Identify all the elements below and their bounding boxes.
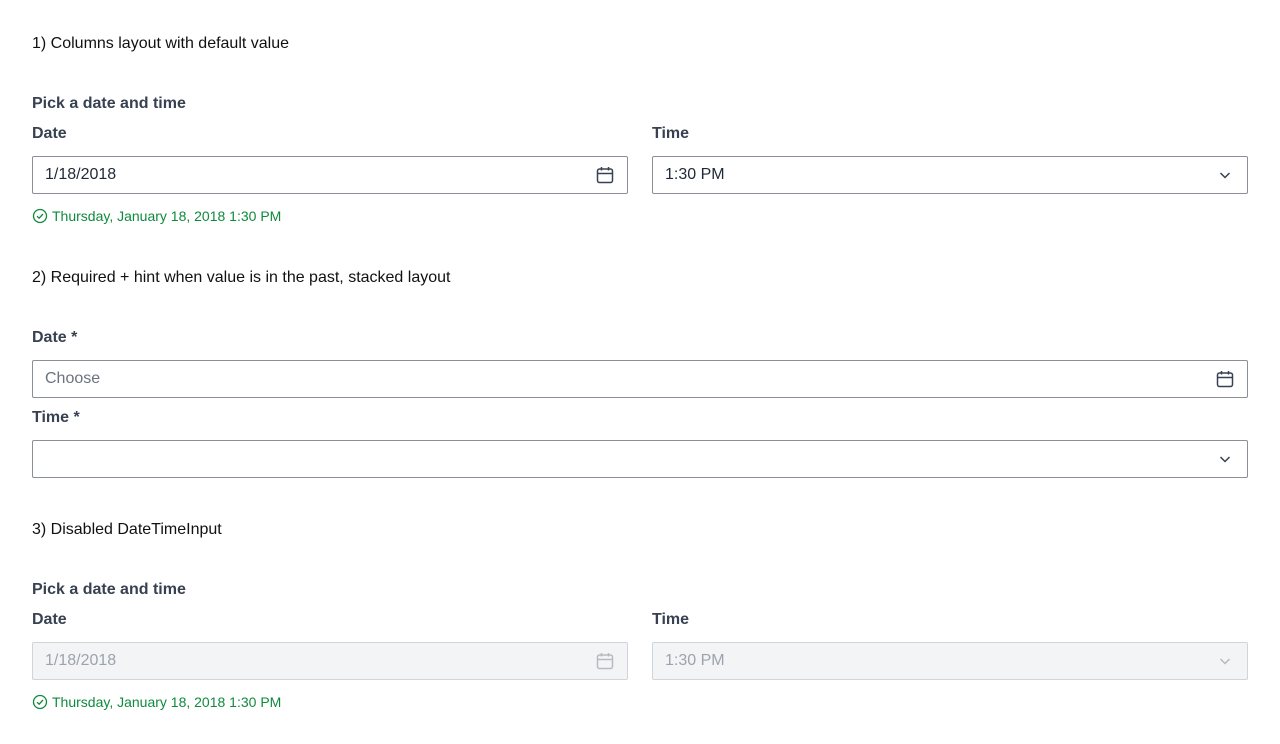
section-2-date-placeholder: Choose: [45, 370, 101, 387]
section-3-hint: Thursday, January 18, 2018 1:30 PM: [32, 693, 281, 711]
chevron-down-icon: [1215, 449, 1235, 469]
section-3-date-input: 1/18/2018: [32, 642, 628, 680]
calendar-icon: [595, 651, 615, 671]
check-circle-icon: [32, 208, 48, 224]
section-3-time-value: 1:30 PM: [665, 652, 725, 669]
section-3-date-value: 1/18/2018: [45, 652, 117, 669]
section-3-heading: 3) Disabled DateTimeInput: [32, 521, 222, 538]
section-2-date-label: Date *: [32, 329, 78, 346]
section-1-hint: Thursday, January 18, 2018 1:30 PM: [32, 207, 281, 225]
section-1-date-label: Date: [32, 125, 67, 142]
section-1-hint-text: Thursday, January 18, 2018 1:30 PM: [52, 208, 282, 224]
calendar-icon[interactable]: [1215, 369, 1235, 389]
section-3-time-select: 1:30 PM: [652, 642, 1248, 680]
section-2-time-label: Time *: [32, 409, 80, 426]
section-1-heading: 1) Columns layout with default value: [32, 35, 290, 52]
section-3-legend: Pick a date and time: [32, 581, 186, 598]
section-1-time-select[interactable]: 1:30 PM: [652, 156, 1248, 194]
section-1-time-value: 1:30 PM: [665, 166, 725, 183]
chevron-down-icon: [1215, 165, 1235, 185]
section-1-date-input[interactable]: 1/18/2018: [32, 156, 628, 194]
section-2-date-input[interactable]: Choose: [32, 360, 1248, 398]
section-1-date-value: 1/18/2018: [45, 166, 117, 183]
section-2-heading: 2) Required + hint when value is in the …: [32, 269, 451, 286]
section-3-hint-text: Thursday, January 18, 2018 1:30 PM: [52, 694, 282, 710]
section-1-legend: Pick a date and time: [32, 95, 186, 112]
section-3-date-label: Date: [32, 611, 67, 628]
section-1-time-label: Time: [652, 125, 690, 142]
section-2-time-select[interactable]: [32, 440, 1248, 478]
section-3-time-label: Time: [652, 611, 690, 628]
check-circle-icon: [32, 694, 48, 710]
chevron-down-icon: [1215, 651, 1235, 671]
calendar-icon[interactable]: [595, 165, 615, 185]
